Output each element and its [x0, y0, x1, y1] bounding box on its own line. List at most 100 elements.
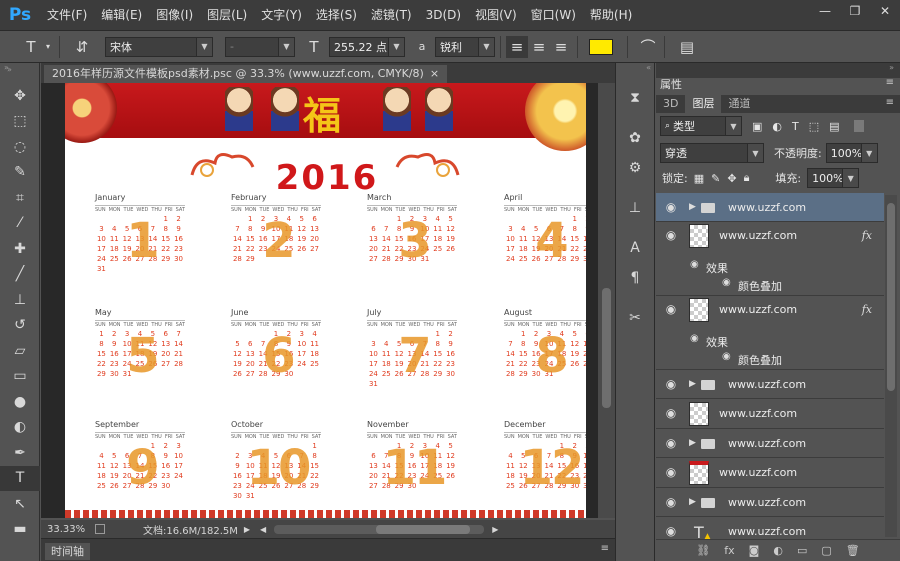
tool-presets-icon[interactable]: ✂ — [616, 303, 654, 333]
visibility-eye-icon[interactable]: ◉ — [664, 436, 678, 450]
lock-transparent-icon[interactable]: ▦ — [694, 172, 704, 185]
filter-pixel-icon[interactable]: ▣ — [752, 120, 762, 133]
adjustments-icon[interactable]: ⚙ — [616, 153, 654, 183]
type-tool-icon[interactable]: T — [0, 465, 40, 491]
toolbar-collapse-icon[interactable]: » — [0, 63, 39, 83]
expand-icon[interactable]: « — [616, 63, 654, 73]
minimize-button[interactable]: — — [810, 0, 840, 22]
visibility-eye-icon[interactable]: ◉ — [664, 495, 678, 509]
layers-scrollbar[interactable] — [885, 195, 897, 537]
tab-layers[interactable]: 图层 — [685, 95, 722, 113]
visibility-eye-icon[interactable]: ◉ — [664, 302, 678, 316]
add-style-icon[interactable]: fx — [724, 544, 734, 557]
new-layer-icon[interactable]: ▢ — [821, 544, 831, 557]
effect-color-overlay[interactable]: 颜色叠加 — [738, 352, 782, 368]
panel-menu-icon[interactable]: ≡ — [601, 543, 609, 554]
character-panel-icon[interactable]: ▤ — [676, 36, 698, 58]
brush-tool-icon[interactable]: ╱ — [0, 262, 40, 288]
expand-icon[interactable]: » — [7, 65, 12, 74]
eraser-tool-icon[interactable]: ▱ — [0, 338, 40, 364]
add-mask-icon[interactable]: ◙ — [749, 544, 760, 557]
scroll-thumb[interactable] — [887, 203, 895, 391]
menu-3d[interactable]: 3D(D) — [419, 0, 468, 30]
visibility-eye-icon[interactable]: ◉ — [664, 406, 678, 420]
paragraph-panel-icon[interactable]: ¶ — [616, 263, 654, 293]
dodge-tool-icon[interactable]: ◐ — [0, 415, 40, 441]
menu-type[interactable]: 文字(Y) — [254, 0, 309, 30]
vertical-scrollbar[interactable] — [598, 83, 615, 518]
tab-3d[interactable]: 3D — [656, 95, 685, 113]
effect-visibility-icon[interactable]: ◉ — [722, 351, 731, 362]
tab-channels[interactable]: 通道 — [721, 95, 757, 113]
layer-group-row[interactable]: ◉ ▶ www.uzzf.com — [656, 488, 884, 517]
move-tool-icon[interactable]: ✥ — [0, 83, 40, 109]
healing-brush-tool-icon[interactable]: ✚ — [0, 236, 40, 262]
filter-type-icon[interactable]: T — [792, 120, 799, 133]
menu-help[interactable]: 帮助(H) — [583, 0, 639, 30]
blur-tool-icon[interactable]: ● — [0, 389, 40, 415]
document-canvas[interactable]: 福 2016 January SUN MON TUE WED THU FRI SAT 1 2 3 4 5… — [65, 83, 586, 518]
zoom-level[interactable]: 33.33% — [47, 524, 91, 535]
horizontal-scrollbar[interactable] — [274, 524, 485, 534]
effects-visibility-icon[interactable]: ◉ — [690, 259, 699, 270]
effects-label[interactable]: 效果 — [706, 260, 728, 276]
marquee-tool-icon[interactable]: ⬚ — [0, 109, 40, 135]
warp-text-icon[interactable]: ⌒ — [637, 36, 659, 58]
quick-selection-tool-icon[interactable]: ✎ — [0, 160, 40, 186]
visibility-eye-icon[interactable]: ◉ — [664, 377, 678, 391]
visibility-eye-icon[interactable]: ◉ — [664, 465, 678, 479]
menu-image[interactable]: 图像(I) — [149, 0, 200, 30]
lock-image-icon[interactable]: ✎ — [711, 172, 720, 185]
scroll-thumb[interactable] — [602, 288, 611, 408]
layer-filter-select[interactable]: ⌕ 类型 ▼ — [660, 116, 742, 136]
toggle-text-orientation-icon[interactable]: ⇵ — [71, 36, 93, 58]
text-color-swatch[interactable] — [589, 38, 613, 55]
character-panel-icon[interactable]: A — [616, 233, 654, 263]
preset-dropdown-icon[interactable]: ▾ — [42, 36, 54, 58]
close-window-button[interactable]: ✕ — [870, 0, 900, 22]
layer-group-row[interactable]: ◉ ▶ www.uzzf.com — [656, 370, 884, 399]
scroll-right-icon[interactable]: ▶ — [492, 525, 498, 534]
tab-timeline[interactable]: 时间轴 — [45, 543, 90, 560]
status-menu-icon[interactable] — [95, 524, 105, 534]
brush-presets-icon[interactable]: ✿ — [616, 123, 654, 153]
canvas-area[interactable]: 福 2016 January SUN MON TUE WED THU FRI SAT 1 2 3 4 5… — [41, 83, 598, 518]
align-left-icon[interactable]: ≡ — [506, 35, 528, 58]
effect-visibility-icon[interactable]: ◉ — [722, 277, 731, 288]
delete-layer-icon[interactable]: 🗑︎ — [846, 544, 860, 557]
blend-mode-select[interactable]: 穿透 ▼ — [660, 143, 764, 163]
menu-filter[interactable]: 滤镜(T) — [364, 0, 419, 30]
font-family-select[interactable]: 宋体 ▼ — [105, 36, 213, 57]
effects-visibility-icon[interactable]: ◉ — [690, 333, 699, 344]
menu-select[interactable]: 选择(S) — [309, 0, 364, 30]
restore-button[interactable]: ❐ — [840, 0, 870, 22]
link-layers-icon[interactable]: ⛓ — [696, 544, 710, 557]
align-right-icon[interactable]: ≡ — [550, 36, 572, 58]
filter-adjustment-icon[interactable]: ◐ — [772, 120, 782, 133]
eyedropper-tool-icon[interactable]: ⁄ — [0, 211, 40, 237]
lasso-tool-icon[interactable]: ◌ — [0, 134, 40, 160]
clone-stamp-tool-icon[interactable]: ⊥ — [0, 287, 40, 313]
visibility-eye-icon[interactable]: ◉ — [664, 524, 678, 538]
menu-file[interactable]: 文件(F) — [40, 0, 94, 30]
menu-layer[interactable]: 图层(L) — [200, 0, 254, 30]
history-panel-icon[interactable]: ⧗ — [616, 83, 654, 113]
font-size-select[interactable]: 255.22 点 ▼ — [329, 36, 405, 57]
gradient-tool-icon[interactable]: ▭ — [0, 364, 40, 390]
document-tab[interactable]: 2016年样历源文件模板psd素材.psc @ 33.3% (www.uzzf.… — [44, 65, 448, 83]
expand-group-icon[interactable]: ▶ — [689, 438, 696, 448]
layer-effects-icon[interactable]: fx — [862, 303, 872, 316]
scroll-left-icon[interactable]: ◀ — [260, 525, 266, 534]
pen-tool-icon[interactable]: ✒ — [0, 440, 40, 466]
expand-group-icon[interactable]: ▶ — [689, 202, 696, 212]
expand-group-icon[interactable]: ▶ — [689, 497, 696, 507]
visibility-eye-icon[interactable]: ◉ — [664, 200, 678, 214]
crop-tool-icon[interactable]: ⌗ — [0, 185, 40, 211]
panel-menu-icon[interactable]: ≡ — [886, 77, 894, 88]
visibility-eye-icon[interactable]: ◉ — [664, 228, 678, 242]
layer-row[interactable]: ◉ www.uzzf.com — [656, 399, 884, 429]
filter-shape-icon[interactable]: ⬚ — [809, 120, 819, 133]
filter-toggle[interactable] — [853, 120, 864, 132]
opacity-input[interactable]: 100% ▼ — [825, 143, 878, 163]
menu-view[interactable]: 视图(V) — [468, 0, 524, 30]
